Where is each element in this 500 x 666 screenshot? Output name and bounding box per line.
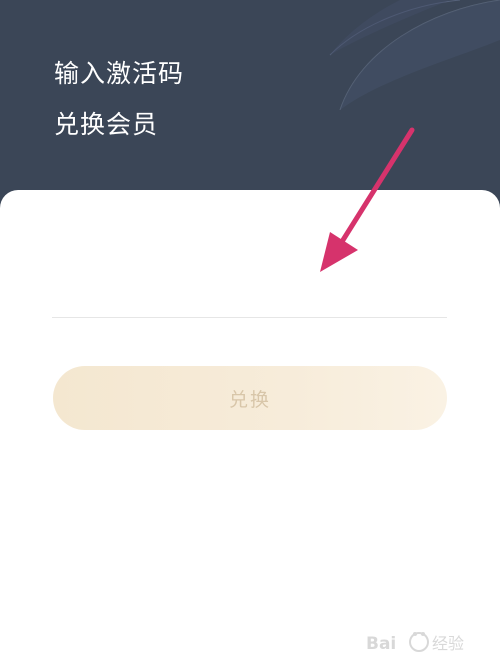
decorative-leaf-icon — [329, 0, 500, 110]
svg-text:经验: 经验 — [432, 634, 464, 653]
annotation-arrow-icon — [320, 127, 415, 272]
redeem-button[interactable]: 兑换 — [53, 366, 447, 430]
page-title-line-2: 兑换会员 — [54, 110, 159, 139]
baidu-jingyan-watermark-icon: Bai 经验 — [366, 632, 464, 654]
svg-text:Bai: Bai — [366, 634, 396, 654]
page-title-line-1: 输入激活码 — [54, 59, 185, 88]
